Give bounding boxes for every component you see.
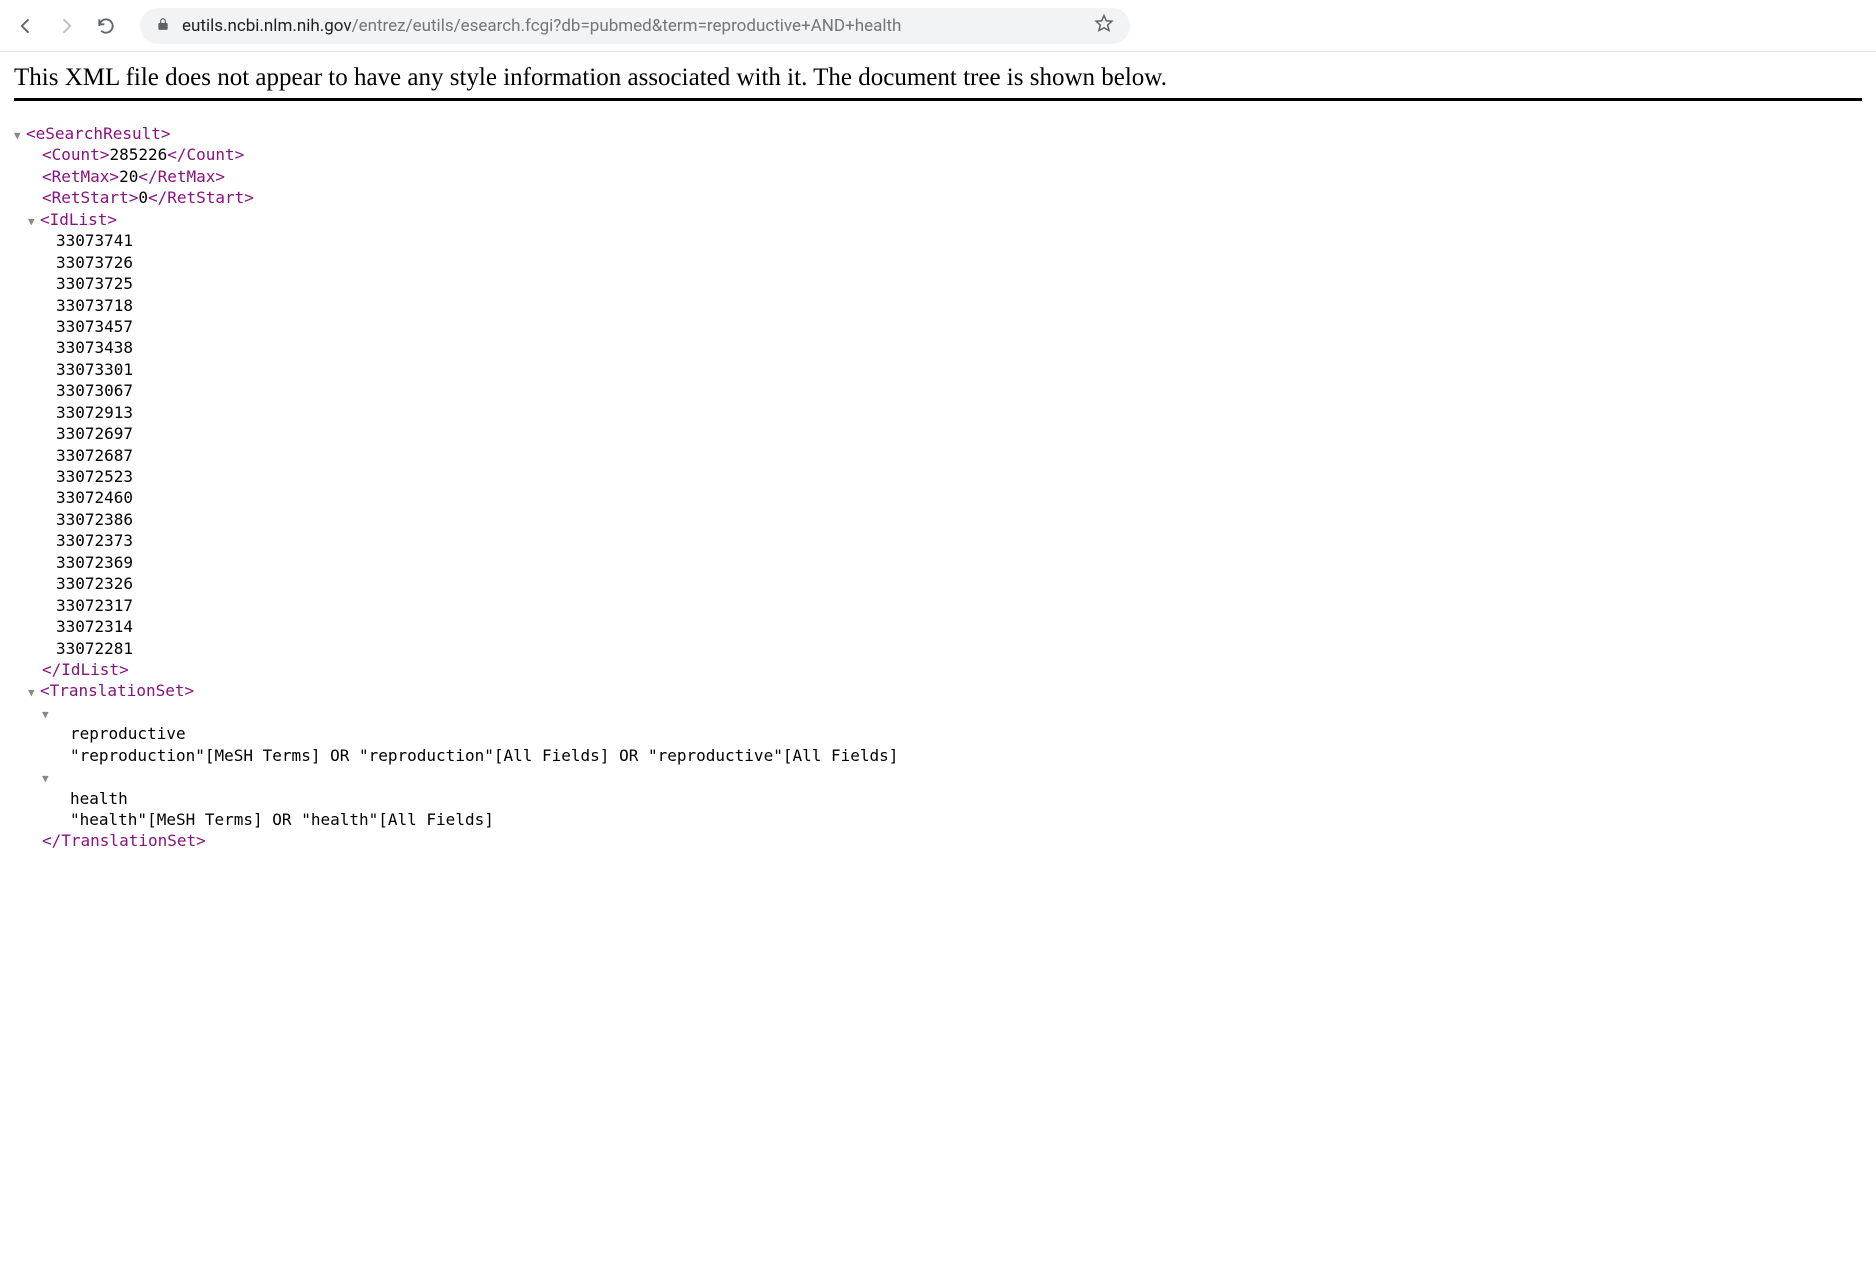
url-text: eutils.ncbi.nlm.nih.gov/entrez/eutils/es… [182,16,901,36]
xml-id: 33072314 [14,616,1862,637]
url-domain: eutils.ncbi.nlm.nih.gov [182,16,352,36]
xml-id: 33072281 [14,638,1862,659]
xml-id: 33072326 [14,573,1862,594]
xml-id: 33073301 [14,359,1862,380]
xml-idlist-close: </IdList> [14,659,1862,680]
xml-translation-to: "reproduction"[MeSH Terms] OR "reproduct… [14,745,1862,766]
xml-translation-from: reproductive [14,723,1862,744]
xml-id: 33073741 [14,230,1862,251]
xml-count: <Count>285226</Count> [14,144,1862,165]
xml-retstart: <RetStart>0</RetStart> [14,187,1862,208]
xml-id: 33072369 [14,552,1862,573]
xml-notice: This XML file does not appear to have an… [14,64,1862,101]
xml-id: 33073067 [14,380,1862,401]
xml-idlist-open[interactable]: ▼<IdList> [14,209,1862,230]
xml-retmax: <RetMax>20</RetMax> [14,166,1862,187]
xml-id: 33073726 [14,252,1862,273]
toggle-icon[interactable]: ▼ [28,686,40,701]
xml-id: 33072913 [14,402,1862,423]
xml-id: 33072460 [14,487,1862,508]
xml-translation-from: health [14,788,1862,809]
toggle-icon[interactable]: ▼ [14,129,26,144]
xml-id: 33073438 [14,337,1862,358]
reload-button[interactable] [92,12,120,40]
xml-translationset-close: </TranslationSet> [14,830,1862,851]
xml-id: 33073457 [14,316,1862,337]
browser-toolbar: eutils.ncbi.nlm.nih.gov/entrez/eutils/es… [0,0,1876,52]
xml-translationset-open[interactable]: ▼<TranslationSet> [14,680,1862,701]
forward-button[interactable] [52,12,80,40]
lock-icon [156,17,170,35]
xml-tree: ▼<eSearchResult> <Count>285226</Count> <… [14,123,1862,852]
xml-translation-open[interactable]: ▼ [14,702,1862,723]
xml-translation-to: "health"[MeSH Terms] OR "health"[All Fie… [14,809,1862,830]
url-path: /entrez/eutils/esearch.fcgi?db=pubmed&te… [352,16,902,36]
xml-id: 33073718 [14,295,1862,316]
toggle-icon[interactable]: ▼ [42,708,54,723]
xml-root-open[interactable]: ▼<eSearchResult> [14,123,1862,144]
back-button[interactable] [12,12,40,40]
xml-id: 33072386 [14,509,1862,530]
xml-id: 33072687 [14,445,1862,466]
xml-id: 33073725 [14,273,1862,294]
page-content: This XML file does not appear to have an… [0,52,1876,864]
toggle-icon[interactable]: ▼ [28,215,40,230]
toggle-icon[interactable]: ▼ [42,772,54,787]
bookmark-star-icon[interactable] [1094,13,1114,38]
address-bar[interactable]: eutils.ncbi.nlm.nih.gov/entrez/eutils/es… [140,8,1130,44]
xml-id: 33072697 [14,423,1862,444]
xml-translation-open[interactable]: ▼ [14,766,1862,787]
xml-id: 33072523 [14,466,1862,487]
xml-id: 33072373 [14,530,1862,551]
xml-id: 33072317 [14,595,1862,616]
